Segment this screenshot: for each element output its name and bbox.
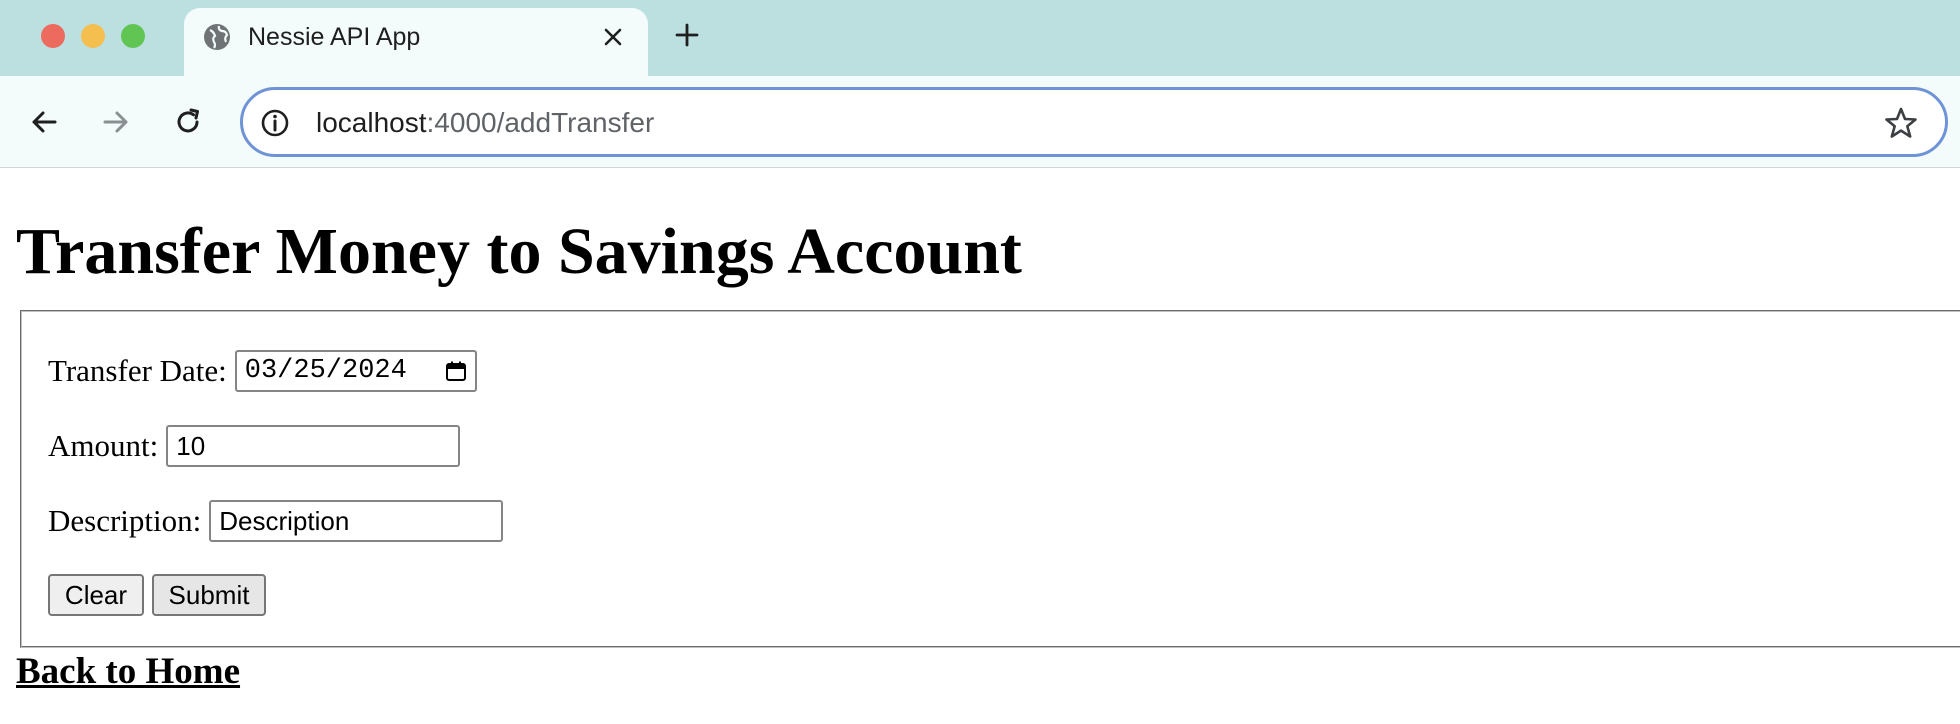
address-bar[interactable]: localhost:4000/addTransfer (240, 87, 1948, 157)
amount-input[interactable]: 10 (166, 425, 461, 467)
description-input[interactable]: Description (209, 500, 504, 542)
plus-icon[interactable] (674, 22, 700, 48)
url-text[interactable]: localhost:4000/addTransfer (316, 106, 654, 140)
url-host: localhost (316, 107, 427, 138)
amount-value: 10 (176, 431, 206, 461)
star-icon[interactable] (1883, 105, 1919, 141)
reload-icon[interactable] (172, 106, 204, 138)
window-maximize-button[interactable] (121, 24, 145, 48)
transfer-date-label: Transfer Date: (48, 353, 227, 388)
clear-button[interactable]: Clear (48, 574, 144, 616)
form-buttons: Clear Submit (48, 574, 266, 616)
submit-button[interactable]: Submit (152, 574, 266, 616)
amount-label: Amount: (48, 428, 159, 463)
arrow-left-icon[interactable] (28, 106, 60, 138)
transfer-form: Transfer Date: 03/25/2024 Amount: 10 Des… (20, 310, 1960, 648)
url-path: :4000/addTransfer (426, 107, 655, 138)
browser-toolbar: localhost:4000/addTransfer (0, 76, 1960, 168)
description-placeholder: Description (219, 506, 350, 536)
transfer-date-row: Transfer Date: 03/25/2024 (48, 350, 477, 392)
tab-title: Nessie API App (248, 23, 421, 51)
tab-strip: Nessie API App (0, 0, 1960, 76)
back-to-home-link[interactable]: Back to Home (16, 650, 240, 693)
page-title: Transfer Money to Savings Account (16, 215, 1022, 288)
close-icon[interactable] (602, 26, 624, 48)
description-row: Description: Description (48, 500, 504, 542)
calendar-icon[interactable] (445, 360, 467, 382)
info-icon[interactable] (259, 107, 291, 139)
window-close-button[interactable] (41, 24, 65, 48)
arrow-right-icon[interactable] (100, 106, 132, 138)
browser-tab[interactable]: Nessie API App (184, 8, 648, 76)
transfer-date-input[interactable]: 03/25/2024 (234, 350, 477, 392)
description-label: Description: (48, 503, 202, 538)
amount-row: Amount: 10 (48, 425, 461, 467)
window-minimize-button[interactable] (81, 24, 105, 48)
transfer-date-value: 03/25/2024 (244, 356, 407, 386)
page-content: Transfer Money to Savings Account Transf… (0, 168, 1960, 724)
globe-icon (204, 24, 230, 50)
